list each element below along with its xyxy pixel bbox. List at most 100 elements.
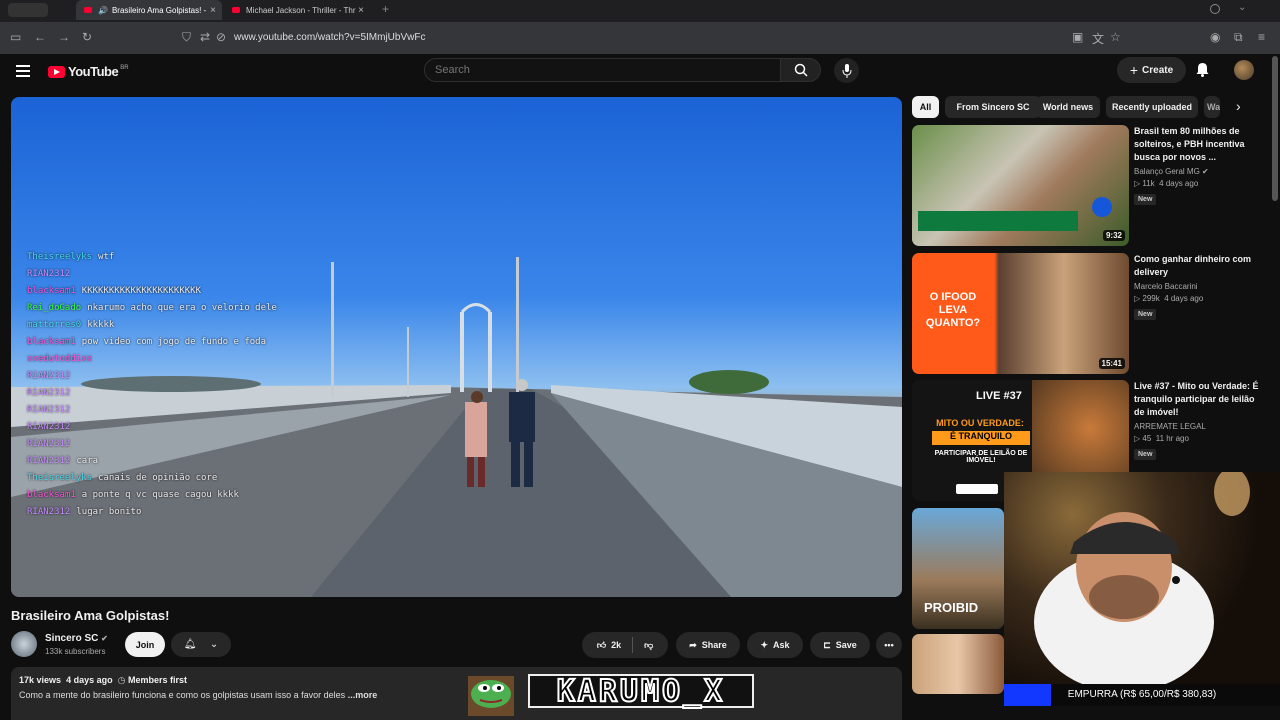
reload-icon[interactable]: ↻ bbox=[82, 30, 92, 44]
close-tab-icon[interactable]: × bbox=[358, 5, 364, 16]
notifications-bell-icon[interactable] bbox=[1196, 62, 1209, 82]
thumbs-up-icon: 👍︎ bbox=[596, 639, 607, 650]
chat-text: kkkkk bbox=[87, 320, 115, 330]
thumbnail-text: É TRANQUILO bbox=[932, 431, 1030, 445]
chat-message: RIAN2312 cara bbox=[27, 453, 277, 470]
recommendation-title[interactable]: Live #37 - Mito ou Verdade: É tranquilo … bbox=[1134, 380, 1264, 419]
video-player[interactable]: Theisreelyks wtf RIAN2312 blacksam1 KKKKKKKK… bbox=[11, 97, 902, 597]
menu-icon[interactable]: ≡ bbox=[1258, 30, 1265, 44]
video-thumbnail[interactable]: O IFOOD LEVA QUANTO? 15:41 bbox=[912, 253, 1129, 374]
chevron-down-icon[interactable]: ⌄ bbox=[1238, 2, 1246, 13]
url-input[interactable]: www.youtube.com/watch?v=5IMmjUbVwFc bbox=[234, 32, 425, 43]
thumbnail-text: MITO OU VERDADE: bbox=[936, 418, 1024, 428]
bookmark-star-icon[interactable]: ☆ bbox=[1110, 30, 1121, 44]
video-thumbnail[interactable]: PROIBID bbox=[912, 508, 1004, 629]
search-input[interactable] bbox=[425, 59, 780, 81]
extensions-icon[interactable]: ⧉ bbox=[1234, 30, 1243, 45]
channel-avatar[interactable] bbox=[11, 631, 37, 657]
share-button[interactable]: ➦ Share bbox=[676, 632, 740, 658]
browser-sidebar-icon[interactable] bbox=[8, 3, 48, 17]
youtube-logo[interactable]: YouTube BR bbox=[48, 64, 129, 79]
recommendation-info: Brasil tem 80 milhões de solteiros, e PB… bbox=[1134, 125, 1264, 206]
chat-message: Theisreelyks canais de opinião core bbox=[27, 470, 277, 487]
like-count: 2k bbox=[611, 640, 622, 650]
logo-country: BR bbox=[120, 64, 129, 71]
video-thumbnail[interactable] bbox=[912, 634, 1004, 694]
description-box[interactable]: 17k views 4 days ago ◷ Members first Com… bbox=[11, 667, 902, 720]
translate-icon[interactable]: 文 bbox=[1092, 30, 1104, 47]
screenshot-icon[interactable]: ▣ bbox=[1072, 30, 1083, 44]
profile-icon[interactable]: ◉ bbox=[1210, 30, 1220, 44]
ask-button[interactable]: ✦ Ask bbox=[747, 632, 803, 658]
recommendation-info: Como ganhar dinheiro com delivery Marcel… bbox=[1134, 253, 1264, 321]
recommendation-views: 299k bbox=[1142, 294, 1160, 303]
chip-world-news[interactable]: World news bbox=[1036, 96, 1100, 118]
like-dislike-group: 👍︎ 2k 👎︎ bbox=[582, 632, 668, 658]
back-icon[interactable]: ← bbox=[34, 30, 46, 44]
thumbnail-text: PROIBID bbox=[924, 600, 979, 615]
create-button[interactable]: + Create bbox=[1117, 57, 1186, 83]
video-thumbnail[interactable]: 9:32 bbox=[912, 125, 1129, 246]
chat-username: Rei_doGado bbox=[27, 303, 82, 313]
channel-name[interactable]: Sincero SC ✔ bbox=[45, 633, 108, 644]
ask-label: Ask bbox=[773, 640, 790, 650]
chat-username: RIAN2312 bbox=[27, 405, 71, 415]
duration-badge: 9:32 bbox=[1102, 230, 1125, 241]
chat-message: RIAN2312 bbox=[27, 385, 277, 402]
new-badge: New bbox=[1134, 309, 1157, 320]
recommendation-info: Live #37 - Mito ou Verdade: É tranquilo … bbox=[1134, 380, 1264, 461]
tab-active[interactable]: 🔊 Brasileiro Ama Golpistas! - × bbox=[76, 0, 222, 20]
subscription-bell-button[interactable]: 🔔︎ ⌄ bbox=[171, 632, 231, 657]
chat-message: RIAN2312 lugar bonito bbox=[27, 504, 277, 521]
account-icon[interactable] bbox=[1210, 4, 1220, 14]
recommendation-meta: ▷ 11k 4 days ago bbox=[1134, 179, 1264, 188]
close-tab-icon[interactable]: × bbox=[210, 5, 216, 16]
join-button[interactable]: Join bbox=[125, 632, 165, 657]
page-scrollbar[interactable] bbox=[1272, 56, 1278, 201]
chip-truncated[interactable]: Wa bbox=[1204, 96, 1220, 118]
user-avatar[interactable] bbox=[1234, 60, 1254, 80]
more-link[interactable]: ...more bbox=[348, 690, 378, 700]
microphone-logo bbox=[1092, 197, 1112, 217]
chip-recently-uploaded[interactable]: Recently uploaded bbox=[1106, 96, 1198, 118]
chat-username: Theisreelyks bbox=[27, 473, 93, 483]
chat-username: Theisreelyks bbox=[27, 252, 93, 262]
recommendation-age: 11 hr ago bbox=[1155, 434, 1189, 443]
site-settings-icon[interactable]: ⇄ bbox=[200, 30, 210, 44]
tracking-icon[interactable]: ⊘ bbox=[216, 30, 226, 44]
search-box bbox=[424, 58, 781, 82]
forward-icon[interactable]: → bbox=[58, 30, 70, 44]
verified-icon: ✔ bbox=[101, 634, 108, 643]
recommendation-title[interactable]: Brasil tem 80 milhões de solteiros, e PB… bbox=[1134, 125, 1264, 164]
chip-from-channel[interactable]: From Sincero SC bbox=[945, 96, 1041, 118]
save-button[interactable]: ⊏ Save bbox=[810, 632, 870, 658]
chip-all[interactable]: All bbox=[912, 96, 939, 118]
dislike-button[interactable]: 👎︎ bbox=[644, 640, 653, 651]
chat-message: RIAN2312 bbox=[27, 368, 277, 385]
shield-icon[interactable]: ⛉ bbox=[182, 30, 191, 45]
more-actions-button[interactable]: ••• bbox=[876, 632, 902, 658]
recommendation-item[interactable]: O IFOOD LEVA QUANTO? 15:41 Como ganhar d… bbox=[912, 253, 1272, 375]
recommendation-item[interactable]: 9:32 Brasil tem 80 milhões de solteiros,… bbox=[912, 125, 1272, 247]
description-meta: 17k views 4 days ago ◷ Members first bbox=[19, 675, 894, 686]
chat-username: RIAN2312 bbox=[27, 507, 71, 517]
new-badge: New bbox=[1134, 449, 1157, 460]
sidebar-toggle-icon[interactable]: ▭ bbox=[10, 30, 21, 44]
recommendation-views: 11k bbox=[1142, 179, 1155, 188]
search-icon bbox=[794, 63, 808, 77]
chat-text: pow video com jogo de fundo e foda bbox=[81, 337, 267, 347]
recommendation-title[interactable]: Como ganhar dinheiro com delivery bbox=[1134, 253, 1264, 279]
chevron-right-icon[interactable]: › bbox=[1236, 98, 1241, 114]
recommendation-channel[interactable]: ARREMATE LEGAL bbox=[1134, 422, 1264, 431]
recommendation-channel[interactable]: Marcelo Baccarini bbox=[1134, 282, 1264, 291]
tab-inactive[interactable]: Michael Jackson - Thriller - Thr × bbox=[224, 0, 370, 20]
voice-search-button[interactable] bbox=[834, 58, 859, 83]
hamburger-menu-icon[interactable] bbox=[16, 64, 30, 82]
recommendation-channel[interactable]: Balanço Geral MG ✔ bbox=[1134, 167, 1264, 176]
like-button[interactable]: 👍︎ 2k bbox=[597, 640, 621, 651]
search-button[interactable] bbox=[781, 58, 821, 82]
recommendation-meta: ▷ 299k 4 days ago bbox=[1134, 294, 1264, 303]
chat-message: blacksam1 KKKKKKKKKKKKKKKKKKKKKK bbox=[27, 283, 277, 300]
new-tab-icon[interactable]: + bbox=[382, 2, 389, 16]
recommendation-meta: ▷ 45 11 hr ago bbox=[1134, 434, 1264, 443]
